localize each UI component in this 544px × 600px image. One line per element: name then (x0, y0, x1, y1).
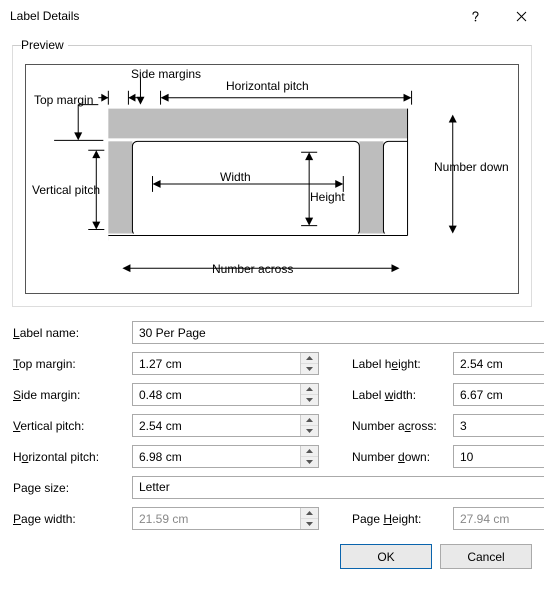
dialog-title: Label Details (10, 9, 79, 23)
page-width-down (301, 519, 318, 529)
pv-height-label: Height (310, 190, 345, 204)
pv-number-across-label: Number across (212, 262, 293, 276)
label-height-label: Label height: (351, 357, 451, 371)
side-margin-spinner (300, 384, 318, 405)
pv-number-down-label: Number down (434, 160, 509, 174)
top-margin-spinner (300, 353, 318, 374)
vertical-pitch-down[interactable] (301, 426, 318, 436)
preview-diagram: Side margins Top margin Horizontal pitch… (25, 64, 519, 294)
horizontal-pitch-input-wrap (132, 445, 319, 468)
page-size-label: Page size: (12, 481, 130, 495)
side-margin-input-wrap (132, 383, 319, 406)
label-name-input-wrap (132, 321, 544, 344)
preview-group: Preview (12, 38, 532, 307)
label-width-label: Label width: (351, 388, 451, 402)
page-size-select[interactable]: Letter (132, 476, 544, 499)
horizontal-pitch-spinner (300, 446, 318, 467)
side-margin-label: Side margin: (12, 388, 130, 402)
help-icon (469, 10, 482, 23)
page-size-value: Letter (133, 477, 544, 498)
number-across-label: Number across: (351, 419, 451, 433)
horizontal-pitch-up[interactable] (301, 446, 318, 457)
pv-horizontal-pitch-label: Horizontal pitch (226, 79, 309, 93)
horizontal-pitch-input[interactable] (133, 446, 300, 467)
label-height-input-wrap (453, 352, 544, 375)
vertical-pitch-up[interactable] (301, 415, 318, 426)
page-width-up (301, 508, 318, 519)
label-width-input[interactable] (454, 384, 544, 405)
page-height-label: Page Height: (351, 512, 451, 526)
page-height-input-wrap (453, 507, 544, 530)
top-margin-down[interactable] (301, 364, 318, 374)
label-height-input[interactable] (454, 353, 544, 374)
vertical-pitch-input-wrap (132, 414, 319, 437)
side-margin-input[interactable] (133, 384, 300, 405)
page-width-label: Page width: (12, 512, 130, 526)
page-width-input-wrap (132, 507, 319, 530)
dialog-buttons: OK Cancel (12, 544, 532, 569)
vertical-pitch-label: Vertical pitch: (12, 419, 130, 433)
top-margin-up[interactable] (301, 353, 318, 364)
ok-button[interactable]: OK (340, 544, 432, 569)
side-margin-up[interactable] (301, 384, 318, 395)
label-name-input[interactable] (133, 322, 544, 343)
help-button[interactable] (452, 0, 498, 32)
label-width-input-wrap (453, 383, 544, 406)
cancel-button[interactable]: Cancel (440, 544, 532, 569)
page-width-input (133, 508, 300, 529)
side-margin-down[interactable] (301, 395, 318, 405)
preview-legend: Preview (21, 38, 68, 52)
horizontal-pitch-label: Horizontal pitch: (12, 450, 130, 464)
top-margin-label: Top margin: (12, 357, 130, 371)
label-name-label: Label name: (12, 326, 130, 340)
vertical-pitch-spinner (300, 415, 318, 436)
number-across-input-wrap (453, 414, 544, 437)
pv-top-margin-label: Top margin (34, 93, 93, 107)
titlebar: Label Details (0, 0, 544, 32)
number-down-label: Number down: (351, 450, 451, 464)
pv-side-margins-label: Side margins (131, 67, 201, 81)
close-icon (516, 11, 527, 22)
page-width-spinner (300, 508, 318, 529)
horizontal-pitch-down[interactable] (301, 457, 318, 467)
vertical-pitch-input[interactable] (133, 415, 300, 436)
top-margin-input-wrap (132, 352, 319, 375)
pv-width-label: Width (220, 170, 251, 184)
close-button[interactable] (498, 0, 544, 32)
top-margin-input[interactable] (133, 353, 300, 374)
number-down-input-wrap (453, 445, 544, 468)
pv-vertical-pitch-label: Vertical pitch (32, 183, 100, 197)
page-height-input (454, 508, 544, 529)
form-grid: Label name: Top margin: Label height: Si… (12, 321, 532, 530)
number-across-input[interactable] (454, 415, 544, 436)
number-down-input[interactable] (454, 446, 544, 467)
